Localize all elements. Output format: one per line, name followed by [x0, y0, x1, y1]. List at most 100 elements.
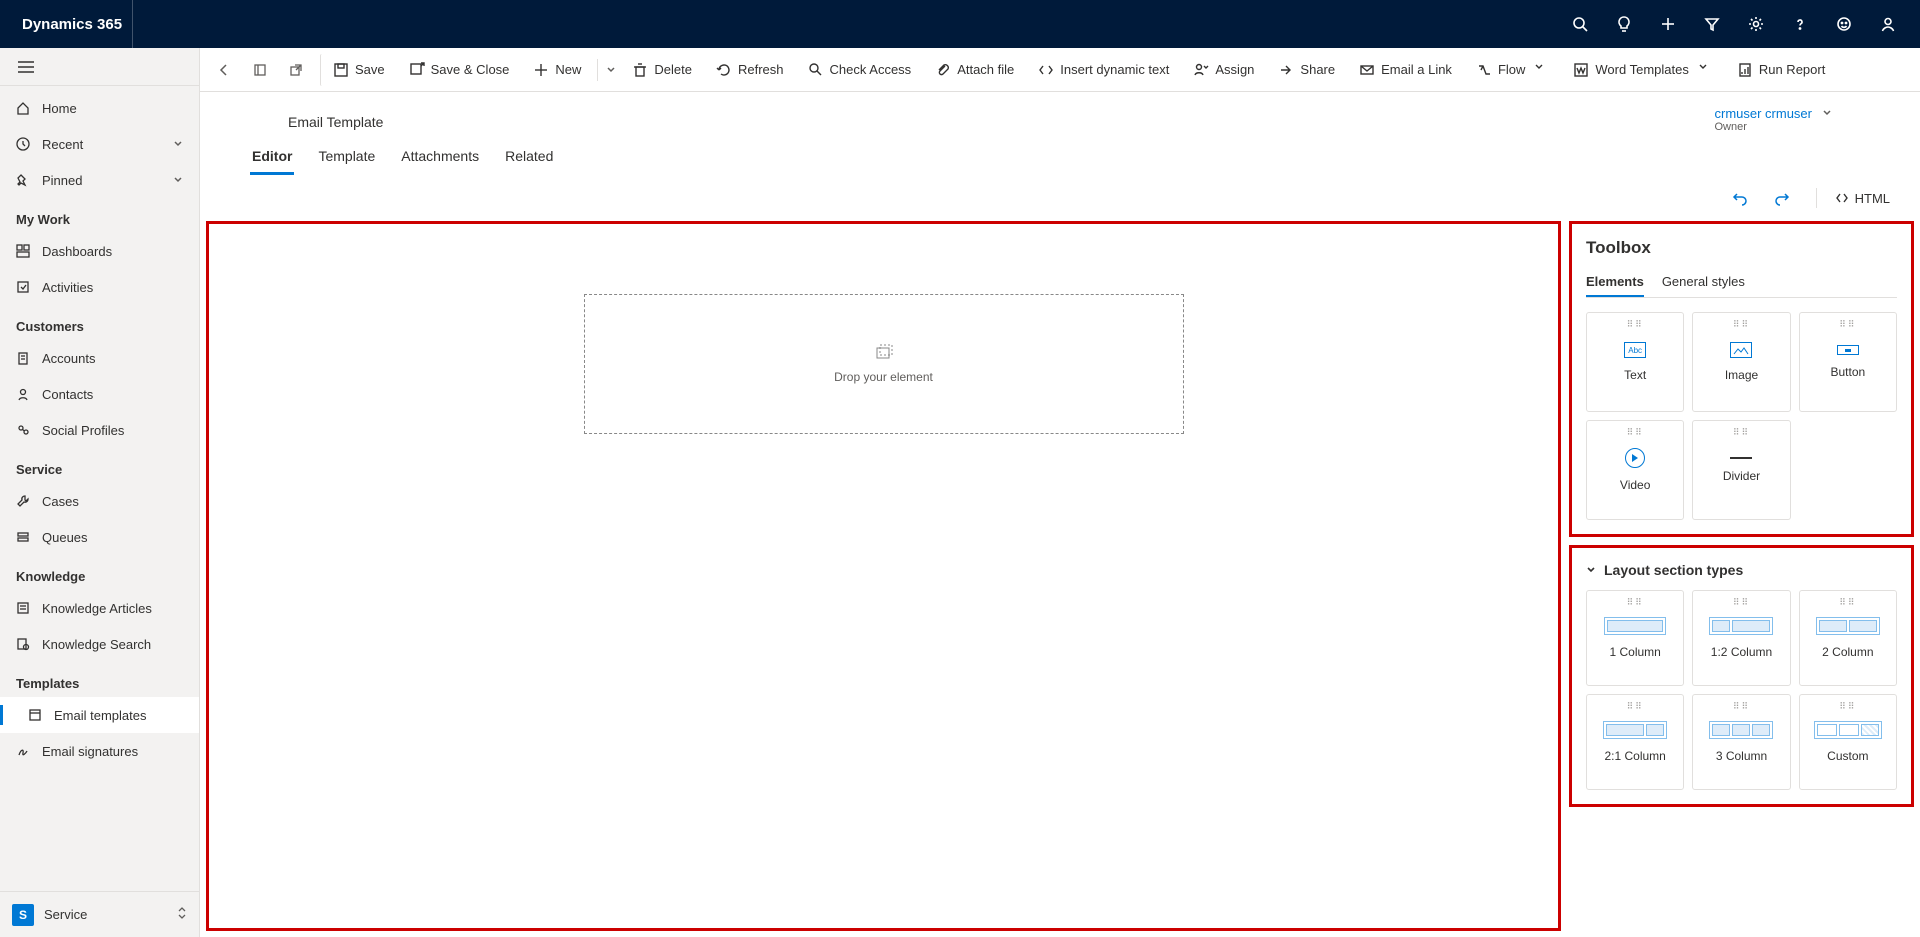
account-icon[interactable]	[1868, 0, 1908, 48]
nav-item-dashboards[interactable]: Dashboards	[0, 233, 199, 269]
tool-divider[interactable]: ⠿⠿Divider	[1692, 420, 1790, 520]
flow-button[interactable]: Flow	[1466, 54, 1559, 86]
smiley-icon[interactable]	[1824, 0, 1864, 48]
area-picker[interactable]: S Service	[0, 891, 199, 937]
toolbox-tab-elements[interactable]: Elements	[1586, 268, 1644, 297]
share-button[interactable]: Share	[1268, 54, 1345, 86]
cmd-label: Flow	[1498, 62, 1525, 77]
cmd-label: Attach file	[957, 62, 1014, 77]
new-button[interactable]: New	[523, 54, 591, 86]
insert-dynamic-button[interactable]: Insert dynamic text	[1028, 54, 1179, 86]
nav-item-emailsignatures[interactable]: Email signatures	[0, 733, 199, 769]
drop-zone[interactable]: Drop your element	[584, 294, 1184, 434]
tool-video[interactable]: ⠿⠿Video	[1586, 420, 1684, 520]
help-icon[interactable]	[1780, 0, 1820, 48]
delete-button[interactable]: Delete	[622, 54, 702, 86]
filter-icon[interactable]	[1692, 0, 1732, 48]
lightbulb-icon[interactable]	[1604, 0, 1644, 48]
redo-button[interactable]	[1766, 182, 1798, 214]
nav-item-emailtemplates[interactable]: Email templates	[0, 697, 199, 733]
layout-2col[interactable]: ⠿⠿2 Column	[1799, 590, 1897, 686]
chevron-down-icon	[1535, 62, 1549, 78]
popout-button[interactable]	[280, 54, 312, 86]
refresh-button[interactable]: Refresh	[706, 54, 794, 86]
signature-icon	[16, 744, 30, 758]
back-button[interactable]	[208, 54, 240, 86]
paperclip-icon	[935, 62, 951, 78]
tab-editor[interactable]: Editor	[250, 140, 294, 175]
layout-1col[interactable]: ⠿⠿1 Column	[1586, 590, 1684, 686]
nav-item-queues[interactable]: Queues	[0, 519, 199, 555]
run-report-button[interactable]: Run Report	[1727, 54, 1835, 86]
attach-file-button[interactable]: Attach file	[925, 54, 1024, 86]
new-dropdown[interactable]	[604, 65, 618, 75]
add-icon[interactable]	[1648, 0, 1688, 48]
panel-button[interactable]	[244, 54, 276, 86]
layout-label: 2:1 Column	[1604, 749, 1665, 763]
nav-item-label: Social Profiles	[42, 423, 124, 438]
chevron-down-icon[interactable]	[1822, 106, 1832, 121]
toolbox-tab-styles[interactable]: General styles	[1662, 268, 1745, 297]
tab-template[interactable]: Template	[316, 140, 377, 175]
layout-section-header[interactable]: Layout section types	[1586, 562, 1897, 578]
owner-block: crmuser crmuser Owner	[1714, 106, 1892, 133]
undo-button[interactable]	[1724, 182, 1756, 214]
area-label: Service	[44, 907, 87, 922]
layout-label: 1:2 Column	[1711, 645, 1772, 659]
nav-item-social[interactable]: Social Profiles	[0, 412, 199, 448]
nav-item-recent[interactable]: Recent	[0, 126, 199, 162]
nav-group-templates: Templates	[0, 662, 199, 697]
nav-toggle-button[interactable]	[0, 48, 199, 86]
editor-canvas[interactable]: Drop your element	[206, 221, 1561, 931]
nav-item-accounts[interactable]: Accounts	[0, 340, 199, 376]
assign-icon	[1193, 62, 1209, 78]
search-icon[interactable]	[1560, 0, 1600, 48]
nav-item-pinned[interactable]: Pinned	[0, 162, 199, 198]
layout-21col[interactable]: ⠿⠿2:1 Column	[1586, 694, 1684, 790]
nav-item-home[interactable]: Home	[0, 90, 199, 126]
save-close-button[interactable]: Save & Close	[399, 54, 520, 86]
wrench-icon	[16, 494, 30, 508]
main-area: Save Save & Close New Delete Refresh Che…	[200, 48, 1920, 937]
layout-12col[interactable]: ⠿⠿1:2 Column	[1692, 590, 1790, 686]
flow-icon	[1476, 62, 1492, 78]
layout-3col[interactable]: ⠿⠿3 Column	[1692, 694, 1790, 790]
chevron-down-icon	[1699, 62, 1713, 78]
word-templates-button[interactable]: Word Templates	[1563, 54, 1722, 86]
record-type-label: Email Template	[228, 106, 555, 134]
tab-related[interactable]: Related	[503, 140, 555, 175]
save-button[interactable]: Save	[320, 54, 395, 86]
assign-button[interactable]: Assign	[1183, 54, 1264, 86]
layout-label: 2 Column	[1822, 645, 1873, 659]
nav-item-label: Recent	[42, 137, 83, 152]
template-icon	[28, 708, 42, 722]
code-icon	[1038, 62, 1054, 78]
global-topbar: Dynamics 365	[0, 0, 1920, 48]
social-icon	[16, 423, 30, 437]
command-bar: Save Save & Close New Delete Refresh Che…	[200, 48, 1920, 92]
layout-types-panel: Layout section types ⠿⠿1 Column ⠿⠿1:2 Co…	[1569, 545, 1914, 807]
tool-button[interactable]: ⠿⠿Button	[1799, 312, 1897, 412]
owner-link[interactable]: crmuser crmuser	[1714, 106, 1812, 121]
left-nav: Home Recent Pinned My Work Dashboards Ac…	[0, 48, 200, 937]
nav-item-activities[interactable]: Activities	[0, 269, 199, 305]
nav-item-label: Activities	[42, 280, 93, 295]
plus-icon	[533, 62, 549, 78]
nav-item-cases[interactable]: Cases	[0, 483, 199, 519]
check-icon	[808, 62, 824, 78]
email-link-button[interactable]: Email a Link	[1349, 54, 1462, 86]
tool-text[interactable]: ⠿⠿AbcText	[1586, 312, 1684, 412]
saveclose-icon	[409, 62, 425, 78]
tab-attachments[interactable]: Attachments	[399, 140, 481, 175]
nav-item-ksearch[interactable]: Knowledge Search	[0, 626, 199, 662]
tool-image[interactable]: ⠿⠿Image	[1692, 312, 1790, 412]
nav-item-karticles[interactable]: Knowledge Articles	[0, 590, 199, 626]
gear-icon[interactable]	[1736, 0, 1776, 48]
html-toggle-button[interactable]: HTML	[1835, 191, 1890, 206]
building-icon	[16, 351, 30, 365]
nav-item-contacts[interactable]: Contacts	[0, 376, 199, 412]
tool-label: Button	[1830, 365, 1865, 379]
check-access-button[interactable]: Check Access	[798, 54, 922, 86]
layout-custom[interactable]: ⠿⠿Custom	[1799, 694, 1897, 790]
record-header: Email Template Editor Template Attachmen…	[200, 92, 1920, 175]
